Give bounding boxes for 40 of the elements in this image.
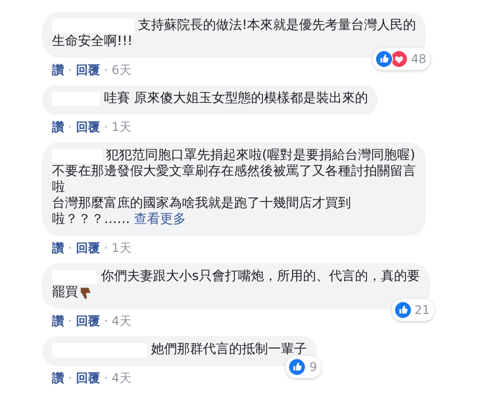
- reaction-count: 9: [309, 360, 317, 374]
- action-link[interactable]: 回覆: [76, 370, 100, 386]
- reaction-count: 48: [410, 52, 426, 66]
- separator-dot: ·: [68, 240, 72, 256]
- like-icon: [374, 50, 393, 68]
- action-link[interactable]: 回覆: [76, 62, 100, 78]
- heart-icon: [390, 50, 408, 68]
- like-icon: [288, 358, 306, 376]
- separator-dot: ·: [104, 313, 108, 329]
- comment-text: 她們那群代言的抵制一輩子: [151, 342, 307, 358]
- separator-dot: ·: [104, 119, 108, 135]
- comment-text: 不要在那邊發假大愛文章刷存在感然後被罵了又各種討拍關留言: [52, 164, 416, 180]
- action-link[interactable]: 回覆: [76, 240, 100, 256]
- action-link[interactable]: 讚: [52, 370, 64, 386]
- comment-text: 啦: [52, 180, 65, 196]
- action-link[interactable]: 回覆: [76, 313, 100, 329]
- action-link[interactable]: 讚: [52, 313, 64, 329]
- comment-text: 犯犯范同胞口罩先捐起來啦(喔對是要捐給台灣同胞喔): [106, 148, 416, 164]
- comment-text: 啦？？？……: [52, 212, 130, 228]
- comment-text: 生命安全啊!!!: [52, 34, 133, 50]
- separator-dot: ·: [104, 240, 108, 256]
- action-link[interactable]: 讚: [52, 119, 64, 135]
- comment-text: 台灣那麼富庶的國家為啥我就是跑了十幾間店才買到: [52, 196, 351, 212]
- action-link[interactable]: 讚: [52, 240, 64, 256]
- separator-dot: ·: [104, 62, 108, 78]
- separator-dot: ·: [104, 370, 108, 386]
- see-more-link[interactable]: 查看更多: [134, 212, 186, 228]
- comment-text: 罷買: [52, 285, 78, 301]
- separator-dot: ·: [68, 313, 72, 329]
- action-link[interactable]: 回覆: [76, 119, 100, 135]
- action-link[interactable]: 讚: [52, 62, 64, 78]
- comment-text: 支持蘇院長的做法!本來就是優先考量台灣人民的: [138, 18, 416, 34]
- reaction-count: 21: [414, 303, 430, 317]
- separator-dot: ·: [68, 62, 72, 78]
- like-icon: [394, 301, 412, 319]
- thumbs-down-icon: [79, 286, 93, 300]
- comment-text: 你們夫妻跟大小s只會打嘴炮，所用的、代言的，真的要: [101, 269, 420, 285]
- comment-text: 哇賽 原來傻大姐玉女型態的模樣都是裝出來的: [104, 91, 368, 107]
- separator-dot: ·: [68, 370, 72, 386]
- separator-dot: ·: [68, 119, 72, 135]
